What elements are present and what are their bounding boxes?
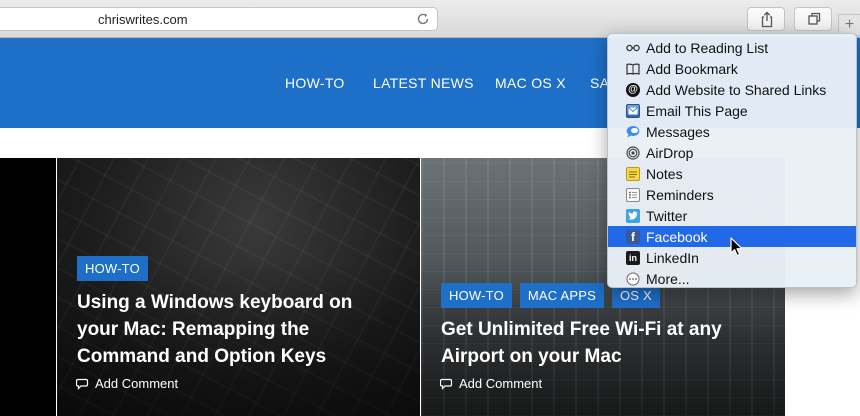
menu-item-twitter[interactable]: Twitter (608, 205, 856, 226)
menu-item-reminders[interactable]: Reminders (608, 184, 856, 205)
tabs-overview-button[interactable] (794, 7, 832, 31)
notes-icon (626, 166, 640, 181)
tabs-icon (808, 12, 821, 25)
menu-item-airdrop[interactable]: AirDrop (608, 142, 856, 163)
airdrop-icon (626, 145, 640, 160)
tag-how-to[interactable]: HOW-TO (441, 283, 512, 308)
article-title[interactable]: Using a Windows keyboard on your Mac: Re… (77, 289, 407, 370)
nav-how-to[interactable]: HOW-TO (285, 75, 345, 91)
address-text: chriswrites.com (98, 12, 188, 27)
reminders-icon (626, 187, 640, 202)
menu-item-shared-links[interactable]: @ Add Website to Shared Links (608, 79, 856, 100)
reading-list-icon (626, 41, 640, 55)
comment-icon (440, 378, 453, 390)
share-icon (761, 11, 773, 28)
article-title[interactable]: Get Unlimited Free Wi-Fi at any Airport … (441, 316, 776, 370)
tag-list: HOW-TO (77, 256, 148, 281)
bookmark-icon (626, 62, 640, 76)
address-bar[interactable]: chriswrites.com (0, 7, 438, 31)
menu-item-email[interactable]: Email This Page (608, 100, 856, 121)
mouse-cursor-icon (730, 237, 743, 257)
menu-item-more[interactable]: More... (608, 268, 856, 289)
add-comment-label: Add Comment (95, 376, 179, 391)
facebook-icon: f (626, 229, 640, 244)
messages-icon (626, 125, 640, 139)
tag-mac-apps[interactable]: MAC APPS (519, 283, 604, 308)
twitter-icon (626, 208, 640, 223)
share-button[interactable] (747, 7, 785, 31)
comment-icon (76, 378, 89, 390)
add-comment-label: Add Comment (459, 376, 543, 391)
menu-item-messages[interactable]: Messages (608, 121, 856, 142)
more-icon (626, 272, 640, 286)
email-icon (626, 103, 640, 118)
menu-item-reading-list[interactable]: Add to Reading List (608, 37, 856, 58)
tag-how-to[interactable]: HOW-TO (77, 256, 148, 281)
card-edge-left (0, 158, 56, 416)
reload-icon[interactable] (415, 11, 431, 27)
article-card[interactable]: HOW-TO Using a Windows keyboard on your … (57, 158, 420, 416)
shared-links-icon: @ (626, 82, 640, 97)
add-comment-link[interactable]: Add Comment (76, 376, 178, 391)
menu-item-notes[interactable]: Notes (608, 163, 856, 184)
add-comment-link[interactable]: Add Comment (440, 376, 542, 391)
nav-latest-news[interactable]: LATEST NEWS (373, 75, 474, 91)
nav-mac-os-x[interactable]: MAC OS X (495, 75, 566, 91)
linkedin-icon: in (626, 250, 640, 265)
menu-item-add-bookmark[interactable]: Add Bookmark (608, 58, 856, 79)
